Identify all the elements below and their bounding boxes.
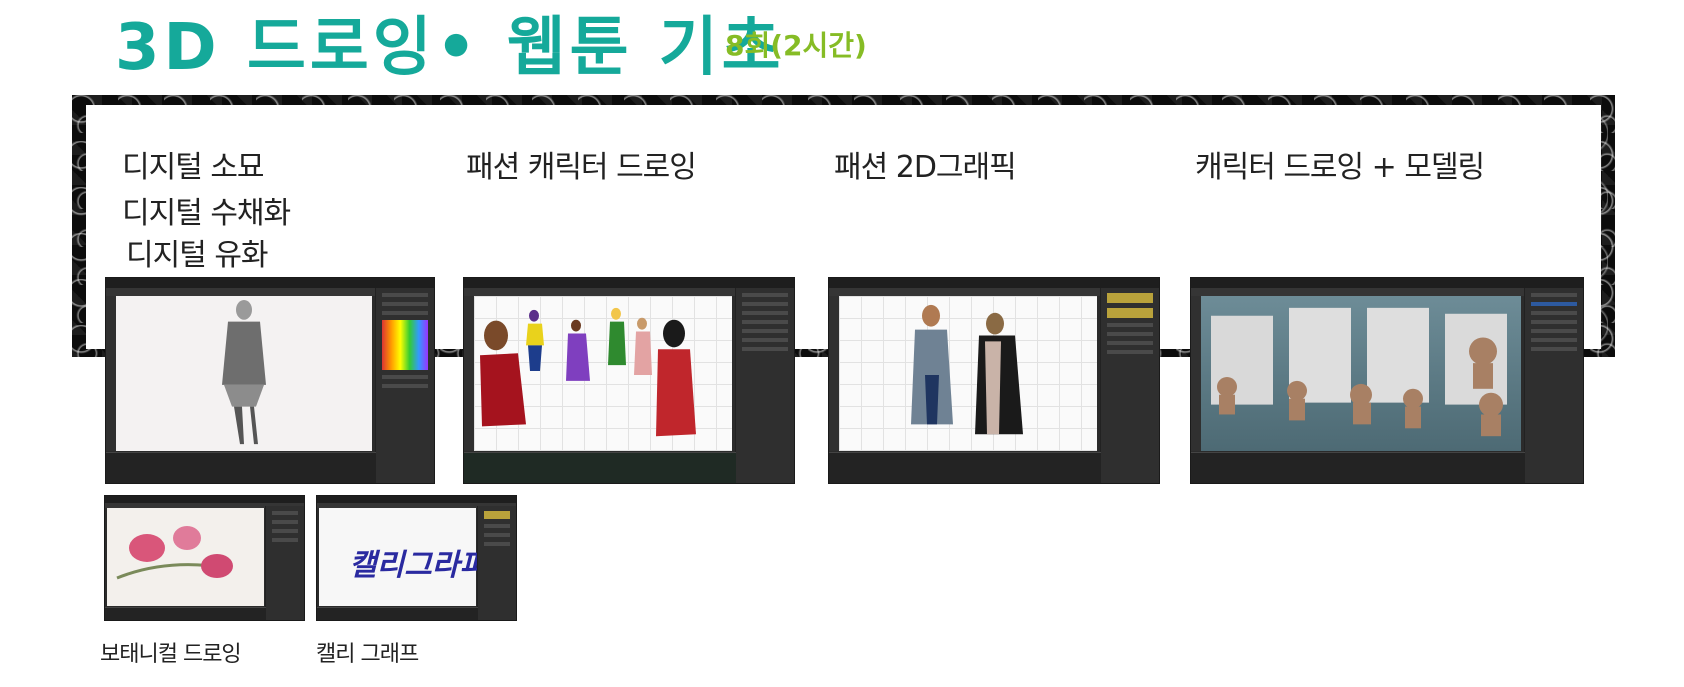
calligraphy-label: 캘리 그래프 <box>316 642 419 667</box>
category-digital-oil-label: 디지털 유화 <box>126 238 269 273</box>
calligraphy-artwork: 캘리그라피 <box>349 548 487 583</box>
modeling-figures-icon <box>1211 307 1507 437</box>
fashion-2d-screenshot <box>828 277 1160 484</box>
category-fashion-character-label: 패션 캐릭터 드로잉 <box>466 150 697 185</box>
fashion-figures-icon <box>480 307 696 437</box>
calligraphy-screenshot: 캘리그라피 <box>316 495 517 621</box>
category-digital-sketch-label: 디지털 소묘 <box>122 150 265 185</box>
character-modeling-screenshot <box>1190 277 1584 484</box>
sketch-figure-icon <box>222 299 266 445</box>
botanical-drawing-screenshot <box>104 495 305 621</box>
page-title: 3D 드로잉• 웹툰 기초 <box>115 11 785 85</box>
botanical-drawing-label: 보태니컬 드로잉 <box>100 642 242 667</box>
category-digital-watercolor-label: 디지털 수채화 <box>122 196 291 231</box>
flower-icon <box>116 526 233 580</box>
fashion-2d-figures-icon <box>911 304 1023 435</box>
fashion-character-screenshot <box>463 277 795 484</box>
category-fashion-2d-label: 패션 2D그래픽 <box>834 150 1017 185</box>
session-info: 8회(2시간) <box>725 29 867 62</box>
digital-sketch-screenshot <box>105 277 435 484</box>
category-character-modeling-label: 캐릭터 드로잉 + 모델링 <box>1195 150 1485 185</box>
